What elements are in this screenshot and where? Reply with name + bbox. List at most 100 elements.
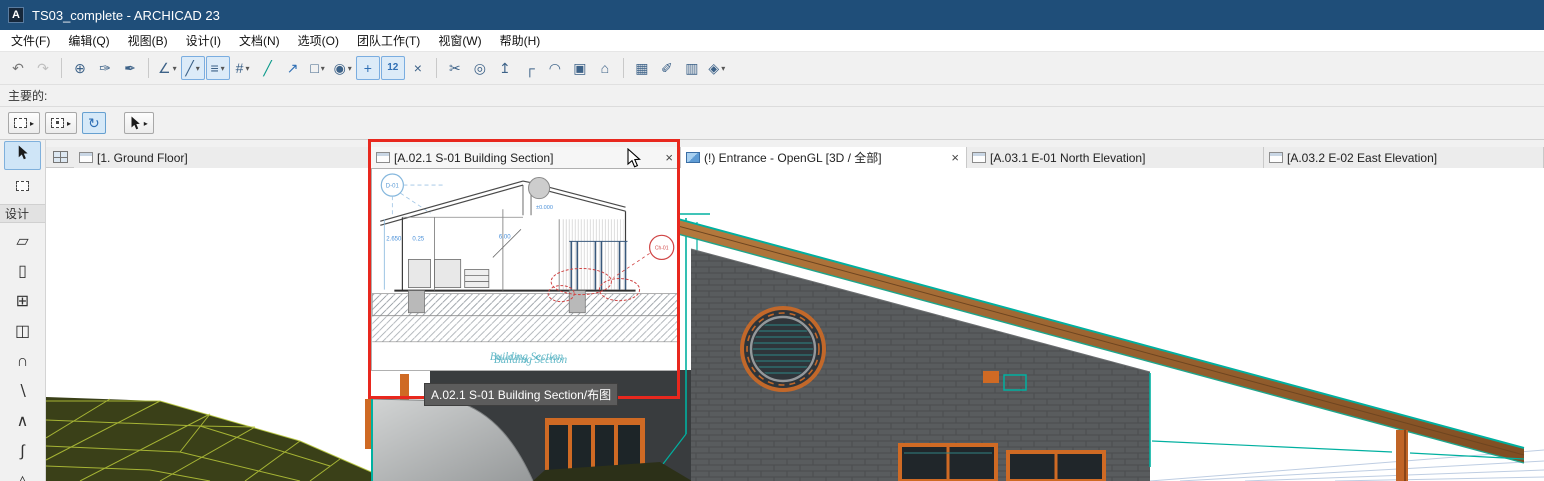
main-toolbar: ↶↷⊕✑✒∠▾╱▾≡▾#▾╱↗□▾◉▾+12×✂◎↥┌◠▣⌂▦✐▥◈▾ xyxy=(0,52,1544,85)
window-tool-button[interactable]: ⊞ xyxy=(4,287,41,316)
tab-preview-popup[interactable]: D-01 xyxy=(371,168,679,371)
snap-off-button[interactable]: × xyxy=(406,56,430,80)
drawing-title-ghost: Building Section xyxy=(494,354,568,366)
adjust-icon: ◎ xyxy=(474,61,486,75)
stretch-button[interactable]: ↥ xyxy=(493,56,517,80)
tab-close-icon[interactable]: × xyxy=(663,150,675,165)
snap-reference-button[interactable]: ≡▾ xyxy=(206,56,230,80)
shell-tool-icon: ∫ xyxy=(20,444,24,460)
menu-item-5[interactable]: 选项(O) xyxy=(289,30,348,51)
tab-2[interactable]: (!) Entrance - OpenGL [3D / 全部] × xyxy=(681,147,967,168)
marquee-pen-icon xyxy=(14,118,27,128)
menu-item-4[interactable]: 文档(N) xyxy=(230,30,289,51)
selection-marquee-icon xyxy=(51,118,64,128)
snap-grid-button[interactable]: #▾ xyxy=(231,56,255,80)
options-bar: 主要的: xyxy=(0,85,1544,107)
object-tool-button[interactable]: ◫ xyxy=(4,317,41,346)
tab-label: (!) Entrance - OpenGL [3D / 全部] xyxy=(704,149,945,166)
guide-segment-button[interactable]: ╱ xyxy=(256,56,280,80)
split-icon: ✂ xyxy=(449,61,461,75)
tab-strip: [1. Ground Floor] [A.02.1 S-01 Building S… xyxy=(74,147,1544,167)
tab-label: [A.02.1 S-01 Building Section] xyxy=(394,151,659,165)
tab-4[interactable]: [A.03.2 E-02 East Elevation] xyxy=(1264,147,1544,168)
arrow-tool-button[interactable] xyxy=(4,141,41,170)
floor-tab-icon xyxy=(79,152,93,163)
arrow-tool-button[interactable]: ▸ xyxy=(124,112,154,134)
beam-tool-button[interactable]: ∖ xyxy=(4,377,41,406)
inject-parameters-icon: ✒ xyxy=(124,61,136,75)
canvas-3d-view[interactable] xyxy=(46,168,1544,481)
snap-guides-button[interactable]: ╱▾ xyxy=(181,56,205,80)
element-anchor-button[interactable]: ◉▾ xyxy=(331,56,355,80)
profile-button[interactable]: ▥ xyxy=(680,56,704,80)
tab-3[interactable]: [A.03.1 E-01 North Elevation] xyxy=(967,147,1264,168)
tool-row: ▸ ▸ ↻ ▸ xyxy=(0,107,1544,140)
wall-tool-button[interactable]: ▱ xyxy=(4,227,41,256)
gravity-button[interactable]: ↗ xyxy=(281,56,305,80)
mesh-tool-button[interactable]: △ xyxy=(4,467,41,481)
toolbar-separator xyxy=(623,58,624,78)
menu-item-3[interactable]: 设计(I) xyxy=(177,30,230,51)
menu-item-8[interactable]: 帮助(H) xyxy=(491,30,550,51)
menu-item-2[interactable]: 视图(B) xyxy=(119,30,177,51)
selection-group-button[interactable]: ▸ xyxy=(45,112,77,134)
more-tools-button[interactable]: ◈▾ xyxy=(705,56,729,80)
menu-item-0[interactable]: 文件(F) xyxy=(2,30,59,51)
renovation-filter-button[interactable]: ▦ xyxy=(630,56,654,80)
menu-item-6[interactable]: 团队工作(T) xyxy=(348,30,429,51)
shell-tool-button[interactable]: ∫ xyxy=(4,437,41,466)
section-tab-icon xyxy=(376,152,390,163)
split-button[interactable]: ✂ xyxy=(443,56,467,80)
redo-button[interactable]: ↷ xyxy=(31,56,55,80)
undo-button[interactable]: ↶ xyxy=(6,56,30,80)
3d-tab-icon xyxy=(686,152,700,163)
column-tool-button[interactable]: ▯ xyxy=(4,257,41,286)
dropdown-arrow-icon[interactable]: ▾ xyxy=(721,64,725,73)
fillet-button[interactable]: ◠ xyxy=(543,56,567,80)
resize-button[interactable]: ▣ xyxy=(568,56,592,80)
column-tool-icon: ▯ xyxy=(18,264,27,280)
window-title: TS03_complete - ARCHICAD 23 xyxy=(32,8,220,23)
undo-icon: ↶ xyxy=(12,61,24,75)
tracker-icon: 12 xyxy=(387,63,398,73)
guide-lines-toggle-button[interactable]: + xyxy=(356,56,380,80)
arrow-cursor-icon xyxy=(17,145,29,166)
construction-square-button[interactable]: □▾ xyxy=(306,56,330,80)
dropdown-arrow-icon[interactable]: ▾ xyxy=(348,64,352,73)
door-tool-button[interactable]: ∩ xyxy=(4,347,41,376)
corner-button[interactable]: ┌ xyxy=(518,56,542,80)
pick-up-parameters-button[interactable]: ✑ xyxy=(93,56,117,80)
favorites-button[interactable]: ✐ xyxy=(655,56,679,80)
dropdown-arrow-icon[interactable]: ▾ xyxy=(245,64,249,73)
tab-close-icon[interactable]: × xyxy=(949,150,961,165)
tab-overview-button[interactable] xyxy=(46,147,74,167)
tracker-button[interactable]: 12 xyxy=(381,56,405,80)
home-story-button[interactable]: ⌂ xyxy=(593,56,617,80)
guide-line-button[interactable]: ∠▾ xyxy=(155,56,180,80)
menu-item-1[interactable]: 编辑(Q) xyxy=(59,30,118,51)
marquee-tool-button[interactable] xyxy=(4,171,41,200)
dropdown-arrow-icon[interactable]: ▾ xyxy=(196,64,200,73)
dropdown-arrow-icon[interactable]: ▾ xyxy=(173,64,177,73)
menu-item-7[interactable]: 视窗(W) xyxy=(429,30,490,51)
tab-label: [A.03.2 E-02 East Elevation] xyxy=(1287,151,1538,165)
adjust-button[interactable]: ◎ xyxy=(468,56,492,80)
toolbar-separator xyxy=(148,58,149,78)
marquee-group-button[interactable]: ▸ xyxy=(8,112,40,134)
inject-parameters-button[interactable]: ✒ xyxy=(118,56,142,80)
redo-icon: ↷ xyxy=(37,61,49,75)
dropdown-arrow-icon[interactable]: ▾ xyxy=(321,64,325,73)
find-and-select-button[interactable]: ⊕ xyxy=(68,56,92,80)
title-bar: A TS03_complete - ARCHICAD 23 xyxy=(0,0,1544,30)
dropdown-arrow-icon[interactable]: ▾ xyxy=(221,64,225,73)
tab-1[interactable]: [A.02.1 S-01 Building Section] × xyxy=(371,147,681,168)
elevation-tab-icon xyxy=(1269,152,1283,163)
rotate-view-button[interactable]: ↻ xyxy=(82,112,106,134)
favorites-icon: ✐ xyxy=(661,61,673,75)
snap-grid-icon: # xyxy=(236,61,244,75)
marquee-icon xyxy=(16,181,29,191)
roof-tool-button[interactable]: ∧ xyxy=(4,407,41,436)
tab-label: [1. Ground Floor] xyxy=(97,151,365,165)
dimension-text: 2.650 xyxy=(386,236,402,242)
tab-0[interactable]: [1. Ground Floor] xyxy=(74,147,371,168)
